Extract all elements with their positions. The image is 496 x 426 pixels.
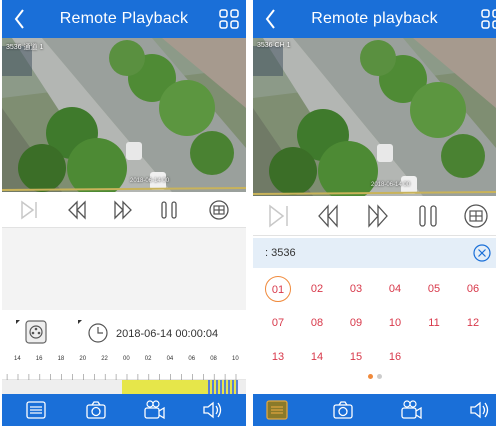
page-dot[interactable]: [377, 374, 382, 379]
day-09[interactable]: 09: [343, 310, 369, 336]
grid-icon[interactable]: [480, 8, 496, 30]
day-04[interactable]: 04: [382, 276, 408, 302]
step-icon[interactable]: [16, 198, 42, 222]
video-osd-label: 3536 通道 1: [6, 44, 44, 51]
fast-forward-icon[interactable]: [363, 202, 393, 230]
timeline-panel: 2018-06-14 00:00:04 14 16 18 20 22 00 02 04 06 08…: [2, 310, 246, 394]
ruler-label: 04: [166, 356, 174, 362]
camera-scene: [253, 38, 496, 196]
day-13[interactable]: 13: [265, 344, 291, 370]
camera-icon[interactable]: [84, 399, 108, 421]
file-list-icon[interactable]: [265, 399, 289, 421]
window-split-icon[interactable]: [206, 198, 232, 222]
timeline-alarm-segment: [208, 380, 238, 394]
ruler-label: 00: [123, 356, 130, 362]
video-osd-label: 3536 CH 1: [257, 42, 291, 49]
page-title: Remote Playback: [59, 10, 189, 27]
ruler-label: 08: [210, 356, 217, 362]
file-list-icon[interactable]: [24, 399, 48, 421]
day-14[interactable]: 14: [304, 344, 330, 370]
grid-icon[interactable]: [218, 8, 240, 30]
speaker-icon[interactable]: [467, 399, 491, 421]
playback-controls: [253, 196, 496, 236]
rewind-icon[interactable]: [64, 198, 90, 222]
day-16[interactable]: 16: [382, 344, 408, 370]
ruler-label: 10: [232, 356, 239, 362]
window-split-icon[interactable]: [461, 202, 491, 230]
timeline-date: 2018-06-14 00:00:04: [116, 328, 219, 340]
day-08[interactable]: 08: [304, 310, 330, 336]
clock-icon[interactable]: [76, 318, 112, 346]
video-timestamp: 2018-06-14 00: [371, 182, 411, 188]
page-dot[interactable]: [368, 374, 373, 379]
right-screen: Remote playback 3536 CH 1 2018-06-14 00 …: [253, 0, 496, 426]
ruler-label: 18: [57, 356, 65, 362]
day-11[interactable]: 11: [421, 310, 447, 336]
day-07[interactable]: 07: [265, 310, 291, 336]
rewind-icon[interactable]: [313, 202, 343, 230]
left-screen: Remote Playback 3536 通道 1 2018-06-14 00 …: [2, 0, 246, 426]
pause-icon[interactable]: [156, 198, 182, 222]
video-camera-icon[interactable]: [142, 399, 166, 421]
speaker-icon[interactable]: [200, 399, 224, 421]
page-title: Remote playback: [311, 10, 438, 27]
title-bar: Remote playback: [253, 0, 496, 38]
device-name: : 3536: [265, 247, 296, 259]
playback-controls: [2, 192, 246, 228]
day-02[interactable]: 02: [304, 276, 330, 302]
video-view[interactable]: 3536 CH 1 2018-06-14 00: [253, 38, 496, 196]
film-reel-icon[interactable]: [14, 318, 50, 346]
day-05[interactable]: 05: [421, 276, 447, 302]
ruler-label: 22: [101, 356, 108, 362]
day-03[interactable]: 03: [343, 276, 369, 302]
device-name-value: 3536: [271, 247, 296, 259]
ruler-label: 20: [79, 356, 87, 362]
step-icon[interactable]: [263, 202, 293, 230]
day-15[interactable]: 15: [343, 344, 369, 370]
fast-forward-icon[interactable]: [110, 198, 136, 222]
ruler-label: 16: [35, 356, 43, 362]
close-circle-icon[interactable]: [472, 243, 492, 263]
timeline-record-segment: [122, 380, 208, 394]
video-view[interactable]: 3536 通道 1 2018-06-14 00: [2, 38, 246, 192]
ruler-label: 02: [144, 356, 152, 362]
video-camera-icon[interactable]: [399, 399, 423, 421]
pause-icon[interactable]: [413, 202, 443, 230]
device-prefix: :: [265, 247, 269, 259]
bottom-toolbar: [253, 394, 496, 426]
ruler-label: 06: [188, 356, 196, 362]
camera-icon[interactable]: [331, 399, 355, 421]
ruler-label: 14: [14, 356, 21, 362]
day-10[interactable]: 10: [382, 310, 408, 336]
timeline-toolbar: 2018-06-14 00:00:04: [2, 314, 246, 350]
title-bar: Remote Playback: [2, 0, 246, 38]
day-12[interactable]: 12: [460, 310, 486, 336]
camera-scene: [2, 38, 246, 192]
day-06[interactable]: 06: [460, 276, 486, 302]
day-01[interactable]: 01: [265, 276, 291, 302]
bottom-toolbar: [2, 394, 246, 426]
video-timestamp: 2018-06-14 00: [130, 178, 170, 184]
device-row[interactable]: : 3536: [253, 238, 496, 268]
